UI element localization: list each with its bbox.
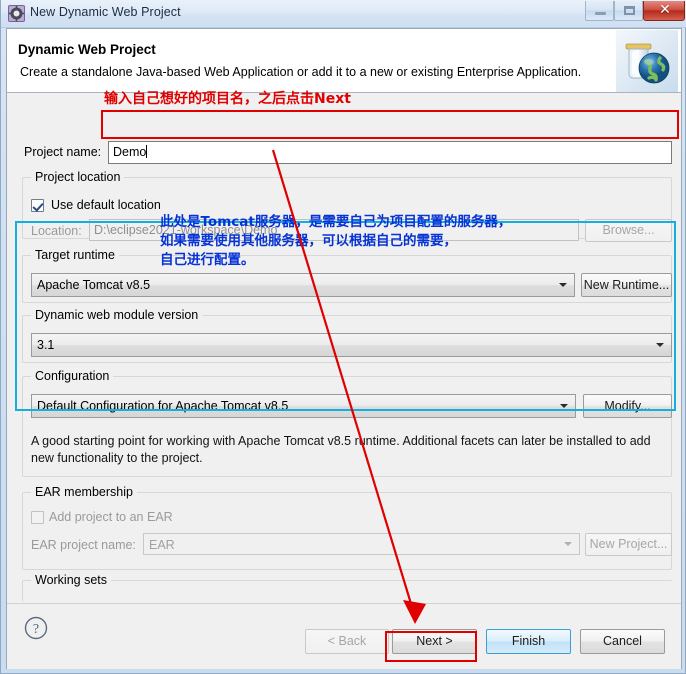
jar-globe-icon [616,30,678,92]
target-runtime-combo[interactable]: Apache Tomcat v8.5 [31,273,575,297]
window-title: New Dynamic Web Project [30,5,181,19]
page-description: Create a standalone Java-based Web Appli… [20,65,582,79]
ear-membership-group: EAR membership [22,485,672,570]
add-project-to-ear-checkbox[interactable] [31,511,44,524]
ear-membership-group-title: EAR membership [31,485,137,499]
dynamic-web-module-combo[interactable]: 3.1 [31,333,672,357]
dynamic-web-module-value: 3.1 [37,338,55,352]
dynamic-web-module-group-title: Dynamic web module version [31,308,203,322]
project-name-label: Project name: [24,145,102,159]
text-caret [146,145,148,158]
configuration-combo[interactable]: Default Configuration for Apache Tomcat … [31,394,576,418]
minimize-icon [595,12,606,15]
modify-button[interactable]: Modify... [583,394,672,418]
dialog-window: New Dynamic Web Project ✕ Dynamic Web Pr… [0,0,686,674]
use-default-location-label: Use default location [51,198,161,212]
add-project-to-ear-label: Add project to an EAR [49,510,173,524]
maximize-icon [624,6,635,15]
dialog-body: Dynamic Web Project Create a standalone … [6,28,682,669]
location-input[interactable]: D:\eclipse2021-workspace\Demo [89,219,579,241]
browse-button[interactable]: Browse... [585,219,672,242]
ear-project-name-label: EAR project name: [31,538,136,552]
project-name-value: Demo [113,145,147,159]
use-default-location-checkbox[interactable] [31,199,44,212]
chevron-down-icon [656,343,664,347]
finish-button[interactable]: Finish [486,629,571,654]
project-location-group-title: Project location [31,170,125,184]
page-title: Dynamic Web Project [18,42,156,57]
back-button[interactable]: < Back [305,629,389,654]
target-runtime-value: Apache Tomcat v8.5 [37,278,151,292]
wizard-content: Project name: Demo Project location Use … [7,93,681,603]
maximize-button[interactable] [614,1,643,21]
cancel-button[interactable]: Cancel [580,629,665,654]
new-runtime-button[interactable]: New Runtime... [581,273,672,297]
project-name-input[interactable]: Demo [108,141,672,164]
minimize-button[interactable] [585,1,614,21]
close-button[interactable]: ✕ [643,1,685,21]
target-runtime-group-title: Target runtime [31,248,119,262]
configuration-value: Default Configuration for Apache Tomcat … [37,399,289,413]
next-button[interactable]: Next > [392,629,477,654]
help-icon[interactable]: ? [24,616,48,640]
configuration-group-title: Configuration [31,369,114,383]
new-project-button[interactable]: New Project... [585,533,672,556]
wizard-banner: Dynamic Web Project Create a standalone … [7,29,681,93]
ear-project-name-value: EAR [149,538,175,552]
working-sets-group-title: Working sets [31,573,112,587]
title-bar: New Dynamic Web Project ✕ [1,0,686,28]
dialog-button-bar: ? < Back Next > Finish Cancel [7,603,681,669]
close-icon: ✕ [659,2,671,18]
svg-text:?: ? [33,622,39,637]
eclipse-wizard-icon [8,5,25,22]
working-sets-group: Working sets [22,573,672,602]
chevron-down-icon [559,283,567,287]
ear-project-name-combo[interactable]: EAR [143,533,580,555]
configuration-description: A good starting point for working with A… [31,434,651,465]
chevron-down-icon [564,542,572,546]
location-value: D:\eclipse2021-workspace\Demo [94,223,278,237]
location-label: Location: [31,224,82,238]
chevron-down-icon [560,404,568,408]
